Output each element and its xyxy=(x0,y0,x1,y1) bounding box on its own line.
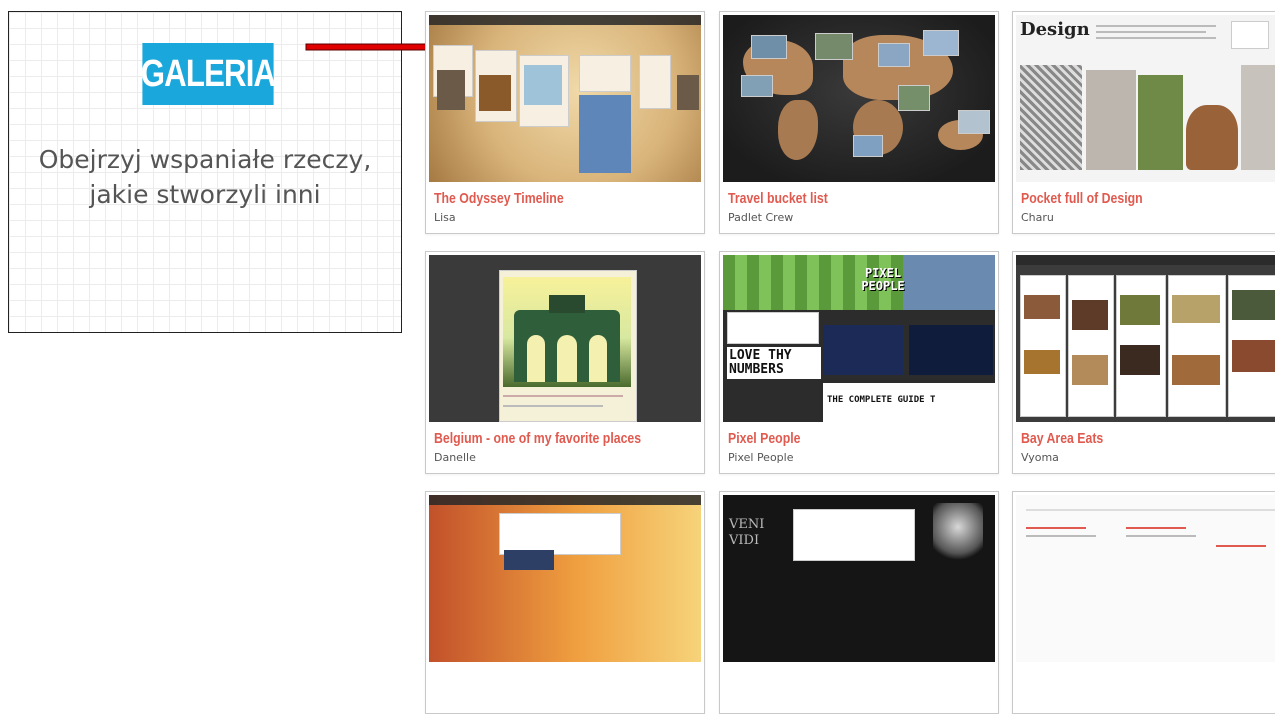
card-author: Charu xyxy=(1021,211,1054,224)
card-title[interactable]: The Odyssey Timeline xyxy=(434,190,564,207)
gallery-card-9[interactable] xyxy=(1012,491,1275,714)
galeria-badge[interactable]: GALERIA xyxy=(141,43,276,105)
card-title[interactable]: Bay Area Eats xyxy=(1021,430,1103,447)
gallery-card-7[interactable] xyxy=(425,491,705,714)
gallery-card-pixel-people[interactable]: PIXEL PEOPLE LOVE THY NUMBERS THE COMPLE… xyxy=(719,251,999,474)
promo-line-2: jakie stworzyli inni xyxy=(89,180,321,209)
promo-line-1: Obejrzyj wspaniałe rzeczy, xyxy=(38,145,372,174)
card-author: Danelle xyxy=(434,451,476,464)
thumbnail-card-8: VENI VIDI xyxy=(723,495,995,662)
gallery-card-odyssey[interactable]: The Odyssey Timeline Lisa xyxy=(425,11,705,234)
design-header-text: Design xyxy=(1020,19,1090,40)
pixel-love-text: LOVE THY NUMBERS xyxy=(727,347,821,379)
thumbnail-pixel-people: PIXEL PEOPLE LOVE THY NUMBERS THE COMPLE… xyxy=(723,255,995,422)
thumbnail-belgium xyxy=(429,255,701,422)
card-title[interactable]: Pocket full of Design xyxy=(1021,190,1143,207)
veni-text: VENI VIDI xyxy=(729,517,765,548)
thumbnail-design: Design xyxy=(1016,15,1275,182)
card-title[interactable]: Pixel People xyxy=(728,430,800,447)
card-author: Vyoma xyxy=(1021,451,1059,464)
card-author: Padlet Crew xyxy=(728,211,794,224)
thumbnail-card-7 xyxy=(429,495,701,662)
promo-description: Obejrzyj wspaniałe rzeczy, jakie stworzy… xyxy=(9,142,401,212)
thumbnail-travel xyxy=(723,15,995,182)
card-title[interactable]: Travel bucket list xyxy=(728,190,828,207)
pixel-logo-text: PIXEL PEOPLE xyxy=(861,266,905,293)
thumbnail-card-9 xyxy=(1016,495,1275,662)
pixel-guide-text: THE COMPLETE GUIDE T xyxy=(827,395,936,405)
card-author: Lisa xyxy=(434,211,456,224)
gallery-card-belgium[interactable]: Belgium - one of my favorite places Dane… xyxy=(425,251,705,474)
card-author: Pixel People xyxy=(728,451,794,464)
gallery-card-bay-area-eats[interactable]: Bay Area Eats Vyoma xyxy=(1012,251,1275,474)
card-title[interactable]: Belgium - one of my favorite places xyxy=(434,430,641,447)
thumbnail-odyssey xyxy=(429,15,701,182)
gallery-card-8[interactable]: VENI VIDI xyxy=(719,491,999,714)
thumbnail-bay-area-eats xyxy=(1016,255,1275,422)
gallery-card-design[interactable]: Design Pocket full of Design Charu xyxy=(1012,11,1275,234)
gallery-card-travel[interactable]: Travel bucket list Padlet Crew xyxy=(719,11,999,234)
